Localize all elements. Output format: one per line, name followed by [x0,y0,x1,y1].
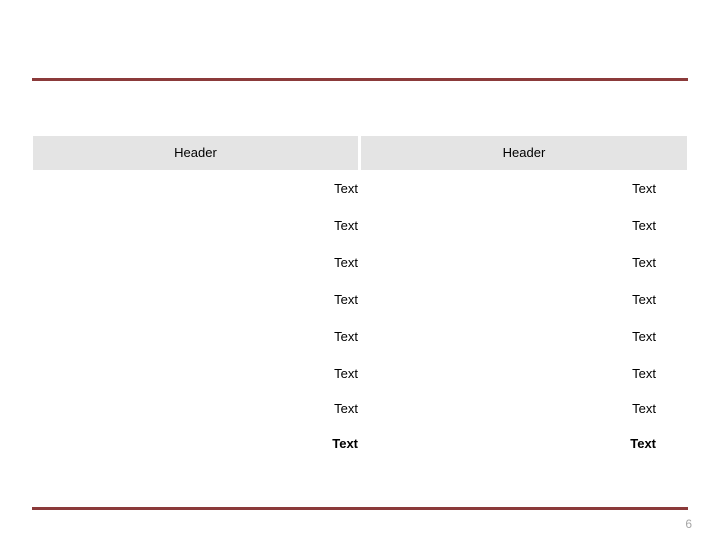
table-header-cell-2: Header [361,136,687,170]
table-cell-left: Text [33,281,358,318]
table-header-row: Header Header [33,136,687,170]
table-cell-right: Text [632,218,656,233]
table-cell-text: Text [334,292,358,307]
table-row: Text Text [33,281,687,318]
table-cell-right: Text [632,292,656,307]
table-cell-left: Text [33,392,358,425]
table-cell-left: Text [33,355,358,392]
table-cell-right: Text [632,329,656,344]
table-cell-left: Text [33,425,358,462]
data-table: Header Header Text Text Text Text Text T… [33,136,687,462]
table-cell-left: Text [33,207,358,244]
table-cell-right: Text [632,181,656,196]
table-cell-right: Text [632,255,656,270]
table-cell-text: Text [334,401,358,416]
table-cell-right: Text [632,366,656,381]
table-cell-left: Text [33,170,358,207]
slide-canvas: Header Header Text Text Text Text Text T… [0,0,720,540]
table-cell-text: Text [334,181,358,196]
table-row: Text Text [33,355,687,392]
bottom-divider-rule [32,507,688,510]
table-cell-right: Text [630,436,656,451]
table-cell-left: Text [33,244,358,281]
table-cell-text: Text [334,366,358,381]
table-row: Text Text [33,392,687,425]
table-row: Text Text [33,207,687,244]
slide-title [33,18,687,76]
table-row: Text Text [33,170,687,207]
table-cell-text: Text [332,436,358,451]
table-row: Text Text [33,244,687,281]
table-cell-left: Text [33,318,358,355]
page-number: 6 [685,517,692,531]
table-cell-text: Text [334,329,358,344]
top-divider-rule [32,78,688,81]
table-cell-text: Text [334,218,358,233]
table-header-cell-1: Header [33,136,358,170]
table-row-total: Text Text [33,425,687,462]
table-row: Text Text [33,318,687,355]
table-cell-right: Text [632,401,656,416]
table-cell-text: Text [334,255,358,270]
